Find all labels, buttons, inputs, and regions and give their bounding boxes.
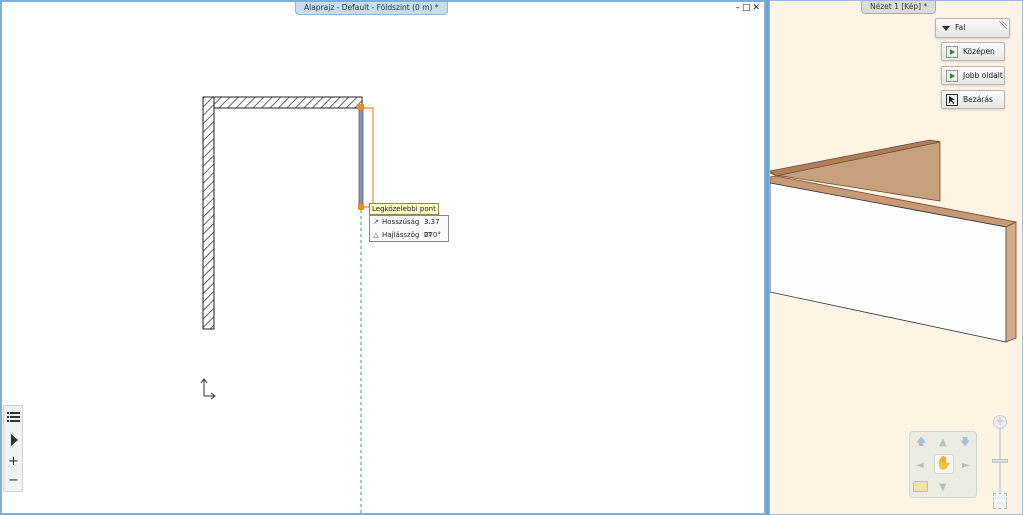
navigation-widget: 🡅 ▲ 🡇 ◄ ✋ ► ▼: [909, 431, 977, 498]
chevron-down-icon: [942, 26, 950, 31]
length-row: ↗ Hosszúság 3.37 m: [370, 216, 448, 238]
wall-label: Fal: [955, 23, 966, 32]
wall-end-handle[interactable]: [358, 204, 364, 210]
angle-triangle-icon: △: [373, 231, 379, 239]
zoom-slider[interactable]: +: [991, 415, 1009, 513]
zoom-out-icon[interactable]: −: [4, 471, 23, 491]
play-green-icon: [946, 46, 958, 58]
list-icon[interactable]: [4, 407, 23, 427]
zoom-fit-icon[interactable]: [993, 493, 1007, 509]
plan-window-controls[interactable]: –□✕: [735, 3, 762, 13]
existing-wall[interactable]: [202, 96, 363, 330]
zoom-track: [999, 427, 1001, 499]
3d-view-pane[interactable]: Nézet 1 [Kép] * Fal Középen Jobb oldalt …: [769, 0, 1023, 515]
length-label: Hosszúság: [382, 218, 420, 226]
measurement-box: ↗ Hosszúság 3.37 m △ Hajlásszög 270°: [369, 215, 449, 242]
new-wall-preview: [358, 107, 364, 208]
tilt-down-icon[interactable]: ▼: [939, 483, 947, 493]
view-window-title-tab[interactable]: Nézet 1 [Kép] *: [861, 1, 937, 14]
cursor-close-icon: [946, 94, 958, 106]
wall-start-handle[interactable]: [358, 104, 364, 110]
coordinate-axes-icon: [200, 378, 216, 400]
resize-grip-icon: [998, 21, 1007, 30]
length-arrow-icon: ↗: [373, 218, 379, 226]
play-icon[interactable]: [4, 430, 23, 450]
move-up-icon[interactable]: 🡅: [916, 438, 926, 448]
zoom-plus-icon[interactable]: +: [993, 415, 1007, 429]
pan-left-icon[interactable]: ◄: [916, 461, 924, 471]
zoom-in-icon[interactable]: +: [4, 452, 23, 472]
plan-window-title-tab[interactable]: Alaprajz - Default - Földszint (0 m) *: [295, 2, 448, 15]
view-mode-icon[interactable]: [913, 481, 928, 492]
right-side-label: Jobb oldalt: [963, 71, 1003, 80]
floor-plan-canvas[interactable]: [2, 2, 764, 513]
move-down-icon[interactable]: 🡇: [960, 438, 970, 448]
snap-tooltip: Legközelebbi pont: [369, 203, 439, 215]
center-label: Középen: [963, 47, 995, 56]
app-window: Alaprajz - Default - Földszint (0 m) * –…: [0, 0, 1023, 515]
tilt-up-icon[interactable]: ▲: [939, 438, 947, 448]
floor-plan-pane[interactable]: Alaprajz - Default - Földszint (0 m) * –…: [0, 0, 766, 515]
pan-right-icon[interactable]: ►: [962, 461, 970, 471]
angle-value[interactable]: 270°: [424, 229, 441, 241]
angle-row: △ Hajlásszög 270°: [370, 229, 448, 241]
angle-label: Hajlásszög: [382, 231, 420, 239]
center-button[interactable]: Középen: [941, 42, 1005, 61]
play-green-icon: [946, 70, 958, 82]
hand-pan-icon[interactable]: ✋: [934, 454, 954, 474]
right-side-button[interactable]: Jobb oldalt: [941, 66, 1005, 85]
close-button[interactable]: Bezárás: [941, 90, 1005, 109]
left-toolbar: + −: [3, 405, 23, 492]
zoom-thumb[interactable]: [992, 459, 1008, 463]
wall-outline-preview: [362, 107, 374, 208]
close-label: Bezárás: [963, 95, 993, 104]
wall-dropdown-button[interactable]: Fal: [935, 18, 1010, 38]
